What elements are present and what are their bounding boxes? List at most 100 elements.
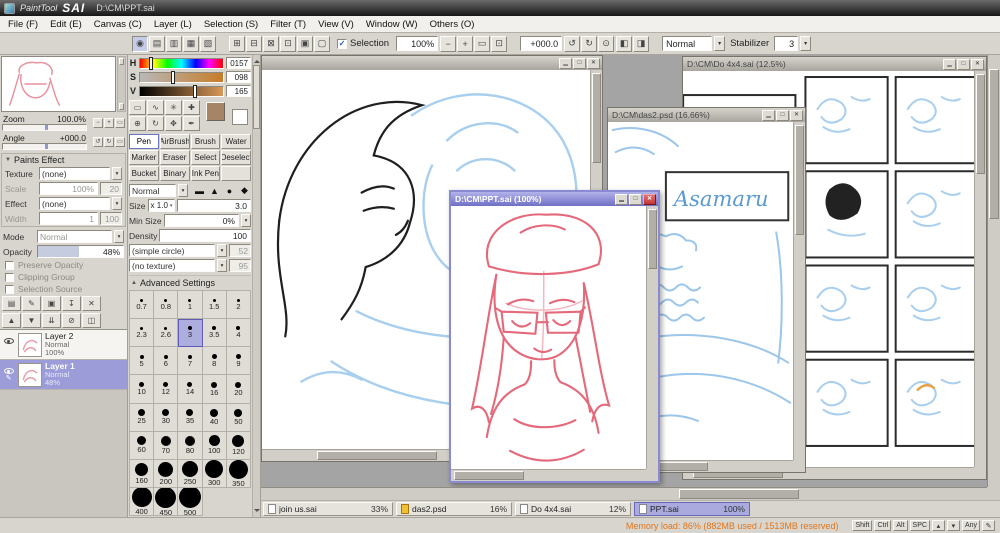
brush-size-cell[interactable]: 14 bbox=[178, 375, 203, 404]
nav-rotate-ccw-button[interactable]: ↺ bbox=[93, 136, 103, 147]
show-grid-button[interactable]: ▣ bbox=[297, 35, 313, 52]
layer-visibility-toggle[interactable]: ✎ bbox=[2, 337, 15, 352]
horizontal-scrollbar[interactable] bbox=[451, 469, 646, 481]
window-titlebar[interactable]: D:\CM\das2.psd (16.66%) ▁ □ ✕ bbox=[608, 108, 805, 122]
brush-size-cell[interactable]: 25 bbox=[130, 403, 155, 432]
brush-texture-numbox[interactable]: 95 bbox=[229, 259, 251, 272]
brush-size-cell[interactable]: 5 bbox=[130, 347, 155, 376]
brush-size-cell[interactable]: 40 bbox=[202, 403, 227, 432]
eyedropper-icon[interactable]: ✒ bbox=[183, 116, 200, 131]
window-maximize-button[interactable]: □ bbox=[957, 58, 970, 70]
menu-item[interactable]: Layer (L) bbox=[148, 18, 198, 31]
brush-size-cell[interactable]: 400 bbox=[130, 487, 155, 516]
taskbar-document[interactable]: join us.sai 33% bbox=[263, 502, 393, 516]
flip-horizontal-button[interactable]: ◧ bbox=[616, 35, 633, 52]
scratchpad-tab[interactable]: ▧ bbox=[200, 35, 216, 52]
secondary-color-swatch[interactable] bbox=[232, 109, 248, 125]
checkbox[interactable] bbox=[5, 272, 14, 282]
min-size-dropdown-button[interactable]: ▾ bbox=[241, 214, 251, 227]
taskbar-document[interactable]: das2.psd 16% bbox=[396, 502, 512, 516]
layer-option-row[interactable]: Selection Source bbox=[0, 283, 127, 295]
nav-zoom-out-button[interactable]: − bbox=[93, 117, 103, 128]
paint-mode-dropdown-button[interactable]: ▾ bbox=[714, 36, 726, 51]
tool-button[interactable]: Binary bbox=[159, 166, 190, 181]
nav-zoom-slider[interactable] bbox=[2, 124, 87, 131]
navigator-scrollbar[interactable] bbox=[117, 56, 126, 112]
tool-button[interactable]: Eraser bbox=[159, 150, 190, 165]
layer-option-row[interactable]: Clipping Group bbox=[0, 271, 127, 283]
window-maximize-button[interactable]: □ bbox=[776, 109, 789, 121]
new-view-button[interactable]: ⊞ bbox=[229, 35, 245, 52]
mdi-vertical-scrollbar[interactable] bbox=[987, 55, 1000, 487]
nav-rotate-cw-button[interactable]: ↻ bbox=[104, 136, 114, 147]
window-minimize-button[interactable]: ▁ bbox=[762, 109, 775, 121]
min-size-slider[interactable]: 0% bbox=[163, 214, 239, 227]
texture-dropdown-button[interactable]: ▾ bbox=[112, 167, 122, 180]
brush-size-slider[interactable]: 3.0 bbox=[177, 199, 251, 212]
tool-panel-scrollbar[interactable] bbox=[252, 55, 260, 517]
brush-size-cell[interactable]: 12 bbox=[154, 375, 179, 404]
menu-item[interactable]: Canvas (C) bbox=[88, 18, 148, 31]
window-minimize-button[interactable]: ▁ bbox=[615, 193, 628, 205]
brush-shape-numbox[interactable]: 52 bbox=[229, 244, 251, 257]
menu-item[interactable]: Edit (E) bbox=[44, 18, 88, 31]
next-view-button[interactable]: ⊠ bbox=[263, 35, 279, 52]
effect-dropdown-button[interactable]: ▾ bbox=[112, 197, 122, 210]
fit-window-button[interactable]: ⊡ bbox=[491, 35, 508, 52]
zoom-reset-button[interactable]: ▭ bbox=[474, 35, 491, 52]
angle-reset-button[interactable]: ⊙ bbox=[598, 35, 615, 52]
brush-texture-dropdown[interactable]: (no texture) bbox=[129, 259, 215, 272]
mdi-canvas-area[interactable]: ▁ □ ✕ D:\CM\Do 4x4.sai (12.5%) ▁ □ ✕ D:\… bbox=[261, 55, 1000, 500]
brush-size-cell[interactable]: 2 bbox=[226, 291, 251, 320]
menu-item[interactable]: Others (O) bbox=[424, 18, 481, 31]
navigator-scroll-down[interactable] bbox=[119, 103, 124, 110]
stabilizer-dropdown-button[interactable]: ▾ bbox=[800, 36, 812, 51]
zoom-in-button[interactable]: + bbox=[457, 35, 474, 52]
brush-size-cell[interactable]: 50 bbox=[226, 403, 251, 432]
layer-mode-dropdown-button[interactable]: ▾ bbox=[114, 230, 124, 243]
window-close-button[interactable]: ✕ bbox=[643, 193, 656, 205]
brush-size-cell[interactable]: 1 bbox=[178, 291, 203, 320]
brush-blend-dropdown-button[interactable]: ▾ bbox=[178, 184, 188, 197]
menu-item[interactable]: Filter (T) bbox=[264, 18, 312, 31]
transfer-down-button[interactable]: ↧ bbox=[62, 296, 81, 311]
brush-texture-dropdown-button[interactable]: ▾ bbox=[217, 259, 227, 272]
rgb-slider-tab[interactable]: ▤ bbox=[149, 35, 165, 52]
primary-color-swatch[interactable] bbox=[206, 102, 225, 121]
selection-checkbox[interactable]: ✓ bbox=[337, 38, 347, 49]
brush-size-cell[interactable]: 3 bbox=[178, 319, 203, 348]
reset-view-button[interactable]: ▢ bbox=[314, 35, 330, 52]
rotate-cw-button[interactable]: ↻ bbox=[581, 35, 598, 52]
brush-size-cell[interactable]: 30 bbox=[154, 403, 179, 432]
tool-button[interactable]: Brush bbox=[190, 134, 221, 149]
tool-button[interactable]: Bucket bbox=[129, 166, 159, 181]
title-bar[interactable]: PaintTool SAI D:\CM\PPT.sai bbox=[0, 0, 1000, 16]
vertical-scrollbar[interactable] bbox=[646, 206, 658, 469]
brush-size-cell[interactable]: 20 bbox=[226, 375, 251, 404]
move-icon[interactable]: ✚ bbox=[183, 100, 200, 115]
brush-size-cell[interactable]: 9 bbox=[226, 347, 251, 376]
window-close-button[interactable]: ✕ bbox=[790, 109, 803, 121]
brush-size-cell[interactable]: 200 bbox=[154, 459, 179, 488]
color-wheel-tab[interactable]: ◉ bbox=[132, 35, 148, 52]
brush-size-cell[interactable]: 1.5 bbox=[202, 291, 227, 320]
brush-size-cell[interactable]: 450 bbox=[154, 487, 179, 516]
window-titlebar[interactable]: D:\CM\Do 4x4.sai (12.5%) ▁ □ ✕ bbox=[683, 57, 986, 71]
menu-item[interactable]: View (V) bbox=[312, 18, 360, 31]
brush-size-cell[interactable]: 6 bbox=[154, 347, 179, 376]
brush-size-cell[interactable]: 2.3 bbox=[130, 319, 155, 348]
window-maximize-button[interactable]: □ bbox=[573, 57, 586, 69]
taskbar-document[interactable]: PPT.sai 100% bbox=[634, 502, 750, 516]
effect-dropdown[interactable]: (none) bbox=[39, 197, 110, 210]
layer-mode-dropdown[interactable]: Normal bbox=[37, 230, 112, 243]
new-linework-layer-button[interactable]: ✎ bbox=[22, 296, 41, 311]
layer-row[interactable]: ✎ Layer 1 Normal 48% bbox=[0, 360, 127, 390]
nav-angle-reset-button[interactable]: ▭ bbox=[115, 136, 125, 147]
layer-option-row[interactable]: Preserve Opacity bbox=[0, 259, 127, 271]
saturation-value[interactable]: 098 bbox=[226, 71, 251, 83]
rect-select-icon[interactable]: ▭ bbox=[129, 100, 146, 115]
rotate-tool-icon[interactable]: ↻ bbox=[147, 116, 164, 131]
brush-size-cell[interactable]: 10 bbox=[130, 375, 155, 404]
brush-size-cell[interactable]: 250 bbox=[178, 459, 203, 488]
checkbox[interactable] bbox=[5, 284, 14, 294]
